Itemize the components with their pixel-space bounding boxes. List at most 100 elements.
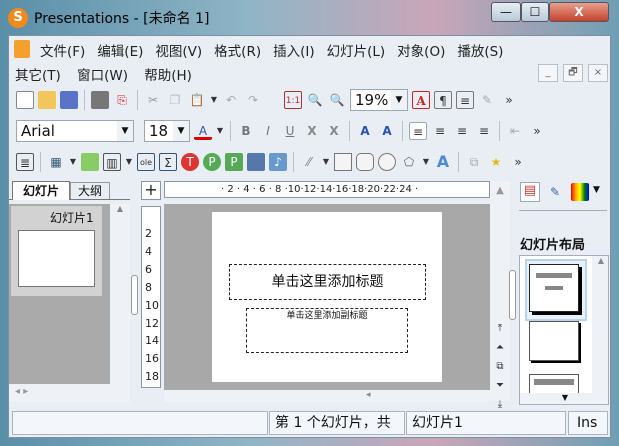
menu-format[interactable]: 格式(R) bbox=[214, 40, 261, 60]
menu-file[interactable]: 文件(F) bbox=[40, 40, 85, 60]
ellipse-icon[interactable] bbox=[378, 153, 396, 171]
slide-thumbnail[interactable] bbox=[18, 230, 95, 287]
bold-icon[interactable]: B bbox=[237, 122, 255, 140]
align-left-icon[interactable]: ≡ bbox=[409, 122, 427, 140]
list-icon[interactable]: ≡ bbox=[456, 91, 474, 109]
doc-close-button[interactable]: × bbox=[588, 64, 608, 82]
format-painter-icon[interactable]: ✎ bbox=[478, 91, 496, 109]
chart-dropdown-icon[interactable]: ▼ bbox=[125, 153, 133, 171]
thumbnail-scrollbar[interactable]: ▲ bbox=[110, 204, 130, 384]
zoom-select[interactable]: 19% ▼ bbox=[350, 89, 408, 111]
shrink-font-icon[interactable]: A bbox=[378, 122, 396, 140]
tab-outline[interactable]: 大纲 bbox=[70, 182, 110, 199]
ole-icon[interactable]: ole bbox=[137, 153, 155, 171]
font-style-icon[interactable]: A bbox=[412, 91, 430, 109]
copy-icon[interactable]: ❐ bbox=[166, 91, 184, 109]
menu-view[interactable]: 视图(V) bbox=[155, 40, 202, 60]
paragraph-icon[interactable]: ¶ bbox=[434, 91, 452, 109]
redo-icon[interactable]: ↷ bbox=[244, 91, 262, 109]
thumbnail-hscrollbar[interactable]: ◂ ▸ bbox=[9, 384, 130, 402]
video-icon[interactable] bbox=[247, 153, 265, 171]
zoom-icon[interactable]: 🔍 bbox=[328, 91, 346, 109]
image-icon[interactable] bbox=[81, 153, 99, 171]
formula-icon[interactable]: Σ bbox=[159, 153, 177, 171]
panel-dropdown-icon[interactable]: ▼ bbox=[593, 185, 600, 195]
menu-window[interactable]: 窗口(W) bbox=[77, 68, 128, 84]
paste-icon[interactable]: 📋 bbox=[188, 91, 206, 109]
shadow-icon[interactable]: X bbox=[325, 122, 343, 140]
line-icon[interactable]: ⁄⁄ bbox=[300, 153, 318, 171]
first-slide-icon[interactable]: ⤒ bbox=[490, 319, 510, 338]
p2-icon[interactable]: P bbox=[225, 153, 243, 171]
menu-other[interactable]: 其它(T) bbox=[15, 68, 61, 84]
more-icon[interactable]: » bbox=[509, 153, 527, 171]
line-dropdown-icon[interactable]: ▼ bbox=[322, 153, 330, 171]
align-right-icon[interactable]: ≡ bbox=[431, 122, 449, 140]
next-slide-icon[interactable]: ⏷ bbox=[490, 376, 510, 395]
group-icon[interactable]: ⧉ bbox=[465, 153, 483, 171]
menu-edit[interactable]: 编辑(E) bbox=[97, 40, 143, 60]
layout-blank-thumb[interactable] bbox=[529, 321, 579, 361]
minimize-button[interactable]: — bbox=[491, 2, 521, 22]
tab-slides[interactable]: 幻灯片 bbox=[12, 181, 70, 200]
menu-help[interactable]: 帮助(H) bbox=[144, 68, 192, 84]
open-icon[interactable] bbox=[38, 91, 56, 109]
table-icon[interactable]: ▦ bbox=[47, 153, 65, 171]
wordart-icon[interactable]: A bbox=[434, 153, 452, 171]
close-button[interactable]: X bbox=[549, 2, 609, 22]
underline-icon[interactable]: U bbox=[281, 122, 299, 140]
actual-size-icon[interactable]: 1:1 bbox=[284, 91, 302, 109]
font-size-select[interactable]: 18 ▼ bbox=[144, 120, 190, 142]
audio-icon[interactable]: ♪ bbox=[269, 153, 287, 171]
right-splitter[interactable] bbox=[509, 270, 516, 320]
menu-play[interactable]: 播放(S) bbox=[457, 40, 503, 60]
doc-restore-button[interactable]: 🗗 bbox=[563, 64, 583, 82]
justify-icon[interactable]: ≡ bbox=[475, 122, 493, 140]
paste-dropdown-icon[interactable]: ▼ bbox=[210, 91, 218, 109]
design-icon[interactable]: ✎ bbox=[546, 183, 564, 201]
layout-panel-icon[interactable]: ▤ bbox=[520, 182, 540, 202]
slide-view-icon[interactable]: ⧉ bbox=[490, 357, 510, 376]
strikethrough-icon[interactable]: X bbox=[303, 122, 321, 140]
zoom-page-icon[interactable]: 🔍 bbox=[306, 91, 324, 109]
more-icon[interactable]: » bbox=[528, 122, 546, 140]
chart-icon[interactable]: ▥ bbox=[103, 153, 121, 171]
menu-insert[interactable]: 插入(I) bbox=[273, 40, 315, 60]
shapes-icon[interactable]: ⬠ bbox=[400, 153, 418, 171]
color-scheme-icon[interactable] bbox=[571, 183, 589, 201]
new-icon[interactable] bbox=[16, 91, 34, 109]
indent-icon[interactable]: ⇤ bbox=[506, 122, 524, 140]
table-dropdown-icon[interactable]: ▼ bbox=[69, 153, 77, 171]
doc-menu-icon[interactable] bbox=[14, 40, 30, 58]
align-center-icon[interactable]: ≡ bbox=[453, 122, 471, 140]
italic-icon[interactable]: I bbox=[259, 122, 277, 140]
rectangle-icon[interactable] bbox=[334, 153, 352, 171]
undo-icon[interactable]: ↶ bbox=[222, 91, 240, 109]
print-icon[interactable] bbox=[91, 91, 109, 109]
shapes-dropdown-icon[interactable]: ▼ bbox=[422, 153, 430, 171]
star-icon[interactable]: ★ bbox=[487, 153, 505, 171]
menu-object[interactable]: 对象(O) bbox=[397, 40, 445, 60]
maximize-button[interactable]: ☐ bbox=[521, 2, 549, 22]
rounded-rect-icon[interactable] bbox=[356, 153, 374, 171]
panel-splitter[interactable] bbox=[131, 275, 138, 315]
cut-icon[interactable]: ✂ bbox=[144, 91, 162, 109]
prev-slide-icon[interactable]: ⏶ bbox=[490, 338, 510, 357]
subtitle-placeholder[interactable]: 单击这里添加副标题 bbox=[246, 308, 408, 353]
canvas-hscrollbar[interactable]: ◂ bbox=[164, 390, 490, 402]
layout-scrollbar[interactable]: ▲ bbox=[592, 256, 608, 404]
font-color-dropdown-icon[interactable]: ▼ bbox=[216, 122, 224, 140]
grow-font-icon[interactable]: A bbox=[356, 122, 374, 140]
scroll-up-icon[interactable]: ▲ bbox=[490, 181, 510, 319]
doc-minimize-button[interactable]: _ bbox=[538, 64, 558, 82]
more-icon[interactable]: » bbox=[500, 91, 518, 109]
p-icon[interactable]: P bbox=[203, 153, 221, 171]
textbox-icon[interactable]: ≣ bbox=[16, 153, 34, 171]
font-select[interactable]: Arial ▼ bbox=[16, 120, 134, 142]
font-color-icon[interactable]: A bbox=[194, 122, 212, 140]
layout-scroll-down-icon[interactable]: ▼ bbox=[520, 393, 608, 404]
canvas-vscrollbar[interactable]: ▲ ⤒ ⏶ ⧉ ⏷ ⤓ bbox=[490, 181, 510, 410]
save-icon[interactable] bbox=[60, 91, 78, 109]
t-icon[interactable]: T bbox=[181, 153, 199, 171]
menu-slide[interactable]: 幻灯片(L) bbox=[327, 40, 386, 60]
